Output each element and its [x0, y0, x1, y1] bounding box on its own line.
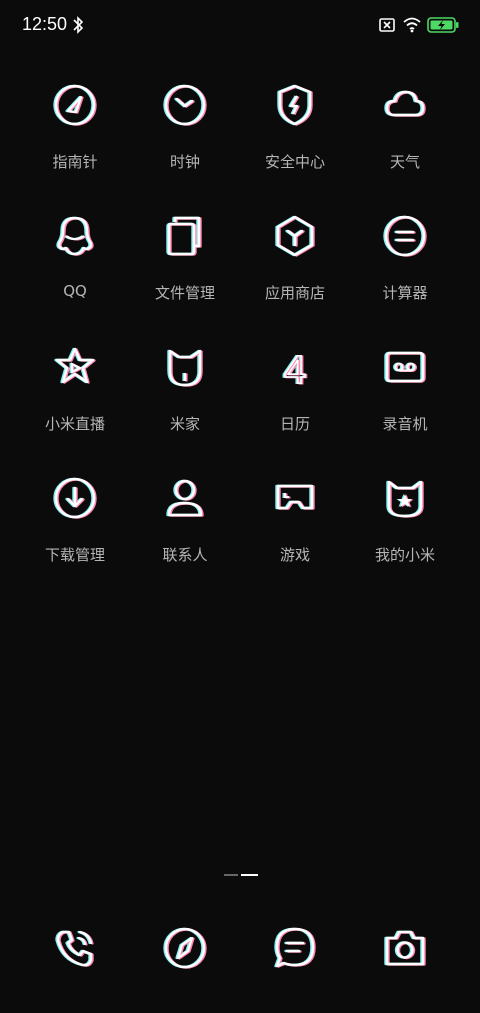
camera-icon[interactable] — [383, 926, 427, 970]
app-contacts[interactable]: 联系人 — [130, 476, 240, 586]
files-icon — [167, 216, 201, 256]
dock — [20, 926, 460, 974]
message-icon[interactable] — [273, 926, 317, 970]
app-my-xiaomi[interactable]: 我的小米 — [350, 476, 460, 586]
wifi-icon — [403, 17, 421, 33]
mi-home-icon — [168, 349, 202, 387]
app-label: 时钟 — [169, 153, 200, 171]
app-files[interactable]: 文件管理 — [130, 214, 240, 324]
mi-bunny-icon — [387, 480, 423, 518]
app-label: 录音机 — [382, 415, 428, 433]
status-time: 12:50 — [22, 14, 68, 34]
app-calendar[interactable]: 4 日历 — [240, 345, 350, 455]
app-clock[interactable]: 时钟 — [130, 83, 240, 193]
tape-icon — [385, 351, 425, 383]
status-bar: 12:50 — [0, 0, 480, 52]
compass-icon — [54, 84, 96, 126]
app-compass[interactable]: 指南针 — [20, 83, 130, 193]
app-label: 计算器 — [382, 284, 428, 302]
app-downloads[interactable]: 下载管理 — [20, 476, 130, 586]
calendar-number: 4 — [284, 348, 306, 392]
app-label: 文件管理 — [154, 284, 215, 302]
app-label: QQ — [63, 282, 87, 300]
app-label: 指南针 — [52, 153, 98, 171]
app-label: 日历 — [279, 415, 310, 433]
cloud-icon — [385, 90, 425, 117]
sim-none-icon — [379, 18, 395, 32]
app-label: 小米直播 — [44, 415, 105, 433]
shield-bolt-icon — [278, 84, 312, 126]
bluetooth-icon — [73, 16, 84, 34]
app-calculator[interactable]: 计算器 — [350, 214, 460, 324]
app-label: 米家 — [169, 415, 200, 433]
gamepad-icon — [276, 484, 314, 510]
app-mi-home[interactable]: 米家 — [130, 345, 240, 455]
equals-circle-icon — [384, 215, 426, 257]
star-play-icon — [55, 347, 95, 384]
person-icon — [167, 479, 203, 517]
browser-compass-icon[interactable] — [163, 926, 207, 970]
app-label: 联系人 — [162, 546, 208, 564]
clock-icon — [164, 84, 206, 126]
page-indicator[interactable] — [224, 874, 258, 876]
app-qq[interactable]: QQ — [20, 214, 130, 324]
phone-icon[interactable] — [53, 926, 97, 970]
penguin-icon — [57, 216, 93, 256]
app-label: 应用商店 — [264, 284, 325, 302]
app-games[interactable]: 游戏 — [240, 476, 350, 586]
app-label: 安全中心 — [264, 153, 325, 171]
app-security[interactable]: 安全中心 — [240, 83, 350, 193]
app-label: 下载管理 — [44, 546, 105, 564]
hexagon-store-icon — [276, 215, 314, 257]
app-label: 我的小米 — [374, 546, 435, 564]
app-label: 游戏 — [279, 546, 310, 564]
app-store[interactable]: 应用商店 — [240, 214, 350, 324]
page-dot-inactive — [224, 874, 238, 876]
app-mi-live[interactable]: 小米直播 — [20, 345, 130, 455]
download-circle-icon — [54, 477, 96, 519]
app-weather[interactable]: 天气 — [350, 83, 460, 193]
page-dot-active — [241, 874, 258, 876]
app-label: 天气 — [389, 153, 420, 171]
battery-charging-icon — [427, 17, 459, 33]
calendar-number-icon: 4 — [283, 347, 307, 393]
app-recorder[interactable]: 录音机 — [350, 345, 460, 455]
